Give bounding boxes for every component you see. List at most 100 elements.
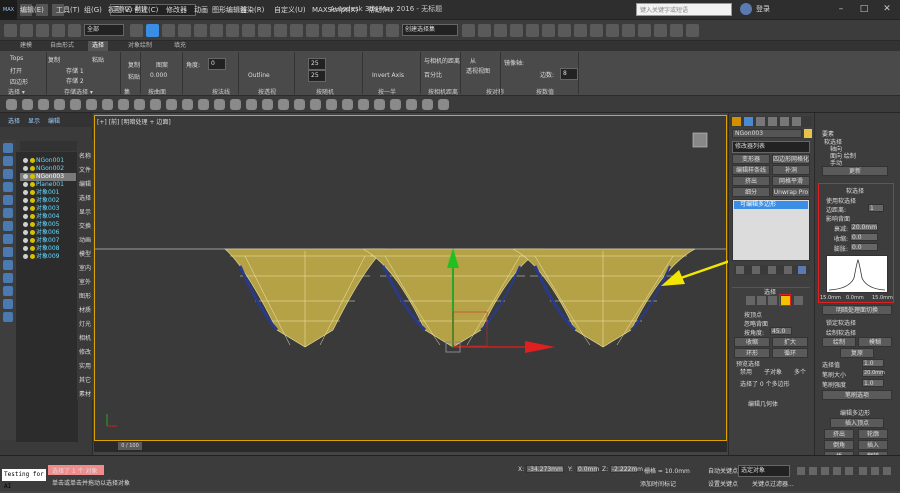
- scene-tree-item[interactable]: 对象003: [20, 205, 76, 213]
- funnel-object-1[interactable]: [224, 248, 386, 348]
- primitive-shape-icon[interactable]: [294, 99, 305, 110]
- modify-tab-icon[interactable]: [744, 117, 753, 126]
- update-button[interactable]: 更新: [822, 166, 888, 176]
- modifier-button[interactable]: 细分: [732, 187, 770, 197]
- scene-tab-display[interactable]: 显示: [28, 116, 40, 125]
- vertical-nav-item[interactable]: 灯光: [77, 318, 93, 332]
- edge-distance-field[interactable]: 1: [868, 204, 884, 212]
- hierarchy-tab-icon[interactable]: [756, 117, 765, 126]
- visibility-eye-icon[interactable]: [23, 190, 28, 195]
- z-coordinate-field[interactable]: -2.222mm: [610, 465, 643, 473]
- named-selection-dropdown[interactable]: 创建选择集: [402, 24, 458, 36]
- minimize-button[interactable]: –: [830, 1, 852, 17]
- toolbar-tool-icon[interactable]: [68, 24, 81, 37]
- toolbar-tool-icon[interactable]: [338, 24, 351, 37]
- shaded-face-toggle-button[interactable]: 明暗处理面切换: [822, 305, 892, 315]
- primitive-shape-icon[interactable]: [166, 99, 177, 110]
- toolbar-tool-icon[interactable]: [606, 24, 619, 37]
- scene-filter-icon[interactable]: [3, 208, 13, 218]
- toolbar-tool-icon[interactable]: [52, 24, 65, 37]
- edge-distance-label[interactable]: 边距离:: [826, 205, 846, 214]
- toolbar-tool-icon[interactable]: [290, 24, 303, 37]
- primitive-shape-icon[interactable]: [246, 99, 257, 110]
- modifier-list-dropdown[interactable]: 修改器列表: [732, 141, 810, 153]
- modifier-button[interactable]: Unwrap Pro: [772, 187, 810, 197]
- utilities-tab-icon[interactable]: [792, 117, 801, 126]
- motion-tab-icon[interactable]: [768, 117, 777, 126]
- visibility-eye-icon[interactable]: [23, 230, 28, 235]
- x-coordinate-field[interactable]: -34.273mm: [526, 465, 564, 473]
- orbit-icon[interactable]: [883, 467, 891, 475]
- scene-tree-item[interactable]: NGon001: [20, 157, 76, 165]
- scene-tab-select[interactable]: 选择: [8, 116, 20, 125]
- scene-filter-icon[interactable]: [3, 182, 13, 192]
- ribbon-copy[interactable]: 复制: [48, 55, 60, 64]
- primitive-shape-icon[interactable]: [278, 99, 289, 110]
- inset-button[interactable]: 插入: [858, 440, 888, 450]
- toolbar-tool-icon[interactable]: [542, 24, 555, 37]
- visibility-eye-icon[interactable]: [23, 166, 28, 171]
- primitive-shape-icon[interactable]: [438, 99, 449, 110]
- menu-item-3[interactable]: 视图(V): [108, 4, 132, 16]
- lock-soft-selection-checkbox[interactable]: 锁定软选择: [826, 318, 856, 327]
- zoom-icon[interactable]: [859, 467, 867, 475]
- show-end-result-icon[interactable]: [752, 266, 760, 274]
- vertical-nav-item[interactable]: 图形: [77, 290, 93, 304]
- primitive-shape-icon[interactable]: [262, 99, 273, 110]
- falloff-field[interactable]: 20.0mm: [850, 223, 878, 231]
- scene-filter-icon[interactable]: [3, 247, 13, 257]
- menu-item-6[interactable]: 动画: [194, 4, 208, 16]
- object-name-field[interactable]: NGon003: [732, 129, 802, 138]
- create-tab-icon[interactable]: [732, 117, 741, 126]
- ribbon-tab-3[interactable]: 对象绘制: [124, 41, 156, 51]
- paint-button[interactable]: 绘制: [822, 337, 856, 347]
- primitive-shape-icon[interactable]: [406, 99, 417, 110]
- ribbon-tab-0[interactable]: 建模: [16, 41, 36, 51]
- modifier-button[interactable]: 挤出: [732, 176, 770, 186]
- scene-filter-icon[interactable]: [3, 169, 13, 179]
- modifier-button[interactable]: 编辑样条线: [732, 165, 770, 175]
- toolbar-tool-icon[interactable]: [462, 24, 475, 37]
- menu-item-10[interactable]: MAXScript(X): [312, 4, 358, 16]
- brush-strength-field[interactable]: 1.0: [862, 379, 884, 387]
- menu-item-8[interactable]: 渲染(R): [240, 4, 264, 16]
- app-icon[interactable]: MAX: [0, 0, 17, 20]
- toolbar-tool-icon[interactable]: [354, 24, 367, 37]
- ring-button[interactable]: 环形: [734, 348, 770, 358]
- grow-button[interactable]: 扩大: [772, 337, 808, 347]
- toolbar-tool-icon[interactable]: [162, 24, 175, 37]
- vertical-nav-item[interactable]: 文件: [77, 164, 93, 178]
- toolbar-tool-icon[interactable]: [258, 24, 271, 37]
- primitive-shape-icon[interactable]: [70, 99, 81, 110]
- primitive-shape-icon[interactable]: [38, 99, 49, 110]
- funnel-object-2[interactable]: [362, 248, 555, 353]
- toolbar-tool-icon[interactable]: [242, 24, 255, 37]
- primitive-shape-icon[interactable]: [54, 99, 65, 110]
- set-key-button[interactable]: 设置关键点: [708, 479, 738, 488]
- primitive-shape-icon[interactable]: [358, 99, 369, 110]
- visibility-eye-icon[interactable]: [23, 198, 28, 203]
- scene-filter-icon[interactable]: [3, 273, 13, 283]
- toolbar-tool-icon[interactable]: [146, 24, 159, 37]
- scene-tree-item[interactable]: 对象007: [20, 237, 76, 245]
- ribbon-num2[interactable]: 25: [308, 70, 326, 82]
- ribbon-store1[interactable]: 存储 1: [66, 66, 84, 75]
- vertical-nav-item[interactable]: 修改: [77, 346, 93, 360]
- vertical-nav-item[interactable]: 动画: [77, 234, 93, 248]
- scene-filter-icon[interactable]: [3, 156, 13, 166]
- time-slider-thumb[interactable]: 0 / 100: [118, 442, 142, 450]
- toolbar-tool-icon[interactable]: [478, 24, 491, 37]
- vertical-nav-item[interactable]: 素材: [77, 388, 93, 402]
- soft-selection-title[interactable]: 软选择: [846, 186, 864, 195]
- primitive-shape-icon[interactable]: [150, 99, 161, 110]
- primitive-shape-icon[interactable]: [22, 99, 33, 110]
- selected-object-dropdown[interactable]: 选定对象: [738, 465, 790, 477]
- ribbon-paste[interactable]: 粘贴: [92, 55, 104, 64]
- polygon-mode-icon[interactable]: [781, 296, 790, 305]
- toolbar-tool-icon[interactable]: [510, 24, 523, 37]
- primitive-shape-icon[interactable]: [198, 99, 209, 110]
- scene-tree-item[interactable]: 对象004: [20, 213, 76, 221]
- toolbar-tool-icon[interactable]: [558, 24, 571, 37]
- scene-tree-item[interactable]: 对象001: [20, 189, 76, 197]
- display-tab-icon[interactable]: [780, 117, 789, 126]
